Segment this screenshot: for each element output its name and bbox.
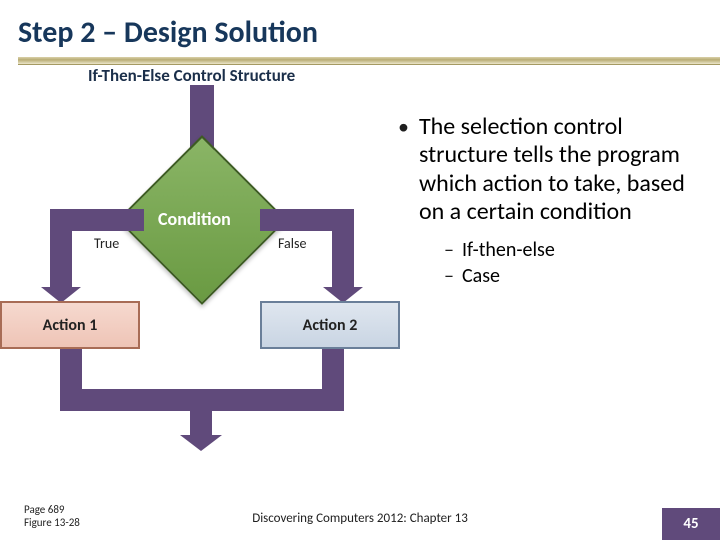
footer: Page 689 Figure 13-28 Discovering Comput… bbox=[0, 492, 720, 540]
slide-title: Step 2 – Design Solution bbox=[0, 0, 720, 57]
action2-box: Action 2 bbox=[260, 301, 400, 349]
flowchart-diagram: If-Then-Else Control Structure Condition… bbox=[10, 65, 390, 445]
sub-item: – If-then-else bbox=[444, 238, 692, 262]
title-underline bbox=[18, 57, 720, 65]
slide-number: 45 bbox=[662, 508, 720, 540]
main-bullet: • The selection control structure tells … bbox=[398, 113, 692, 226]
footer-center-text: Discovering Computers 2012: Chapter 13 bbox=[0, 511, 720, 526]
dash-icon: – bbox=[444, 238, 454, 262]
diagram-heading: If-Then-Else Control Structure bbox=[88, 65, 295, 86]
false-label: False bbox=[278, 235, 306, 252]
bullet-dot-icon: • bbox=[398, 113, 409, 226]
merge-horizontal-icon bbox=[60, 389, 344, 411]
sub-item-text: Case bbox=[462, 264, 500, 288]
diagram-column: If-Then-Else Control Structure Condition… bbox=[0, 65, 390, 492]
sub-list: – If-then-else – Case bbox=[444, 238, 692, 288]
sub-item: – Case bbox=[444, 264, 692, 288]
true-label: True bbox=[94, 235, 119, 252]
action1-box: Action 1 bbox=[0, 301, 140, 349]
dash-icon: – bbox=[444, 264, 454, 288]
text-column: • The selection control structure tells … bbox=[390, 65, 720, 492]
arrow-out-icon bbox=[190, 409, 212, 435]
condition-label: Condition bbox=[158, 208, 231, 230]
content-area: If-Then-Else Control Structure Condition… bbox=[0, 65, 720, 492]
merge-left-icon bbox=[60, 349, 82, 393]
merge-right-icon bbox=[322, 349, 344, 393]
branch-left-icon bbox=[50, 209, 144, 231]
main-bullet-text: The selection control structure tells th… bbox=[419, 113, 692, 226]
sub-item-text: If-then-else bbox=[462, 238, 555, 262]
branch-right-icon bbox=[260, 209, 354, 231]
